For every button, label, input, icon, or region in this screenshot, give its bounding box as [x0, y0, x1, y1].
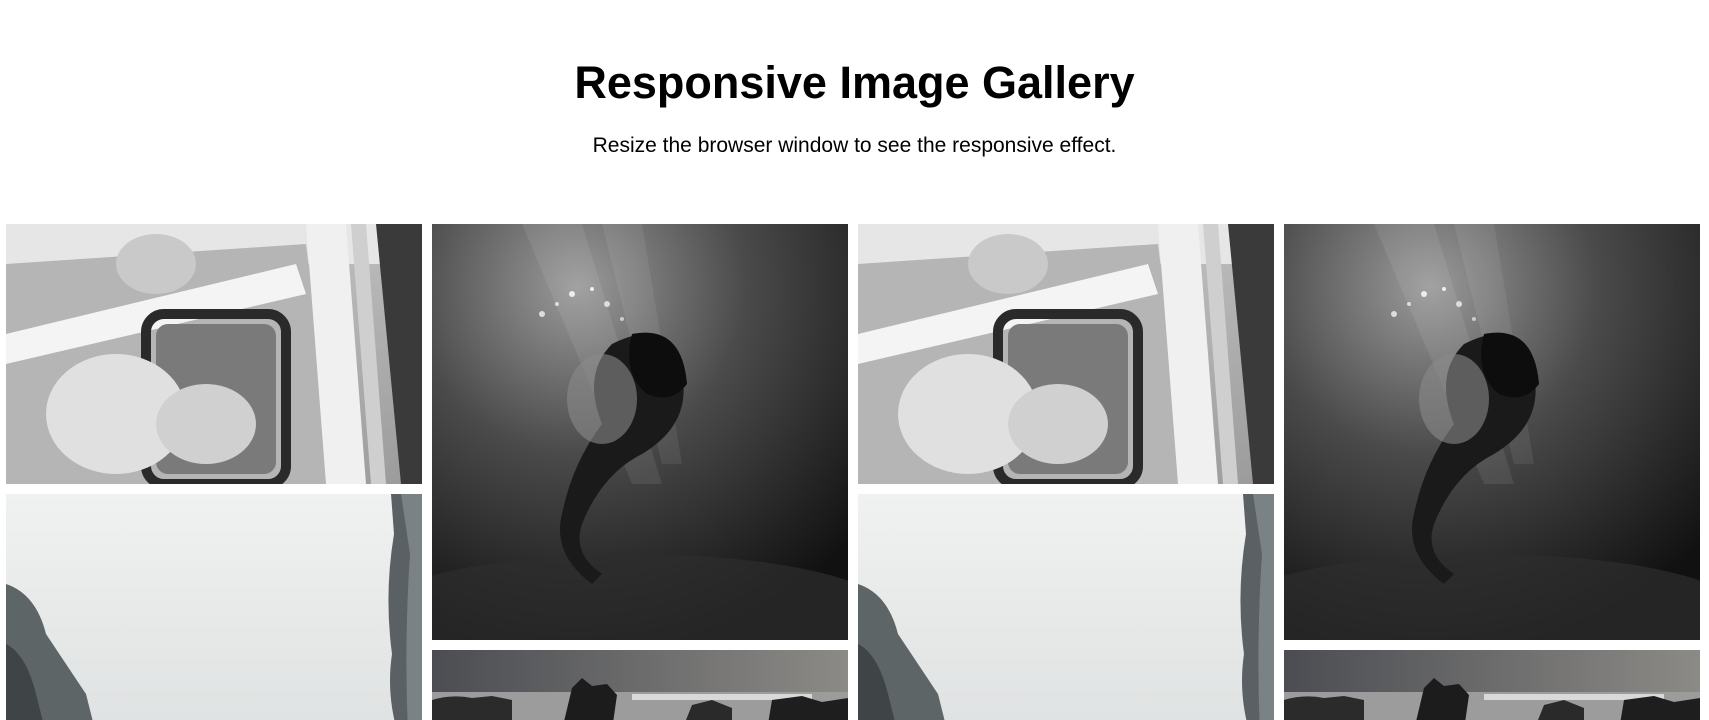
- gallery-column-1: [6, 224, 422, 720]
- image-gallery: [0, 224, 1709, 720]
- gallery-column-4: [1284, 224, 1700, 720]
- page-title: Responsive Image Gallery: [574, 57, 1135, 108]
- gallery-image-foggy-cliff[interactable]: [858, 494, 1274, 720]
- page-subtitle: Resize the browser window to see the res…: [592, 134, 1117, 157]
- gallery-image-foggy-cliff[interactable]: [6, 494, 422, 720]
- gallery-column-2: [432, 224, 848, 720]
- gallery-image-couple-in-car[interactable]: [6, 224, 422, 484]
- gallery-image-rocky-coast[interactable]: [1284, 650, 1700, 720]
- gallery-image-underwater-woman[interactable]: [432, 224, 848, 640]
- gallery-image-underwater-woman[interactable]: [1284, 224, 1700, 640]
- gallery-column-3: [858, 224, 1274, 720]
- gallery-image-couple-in-car[interactable]: [858, 224, 1274, 484]
- gallery-image-rocky-coast[interactable]: [432, 650, 848, 720]
- page-header: Responsive Image Gallery Resize the brow…: [0, 0, 1709, 224]
